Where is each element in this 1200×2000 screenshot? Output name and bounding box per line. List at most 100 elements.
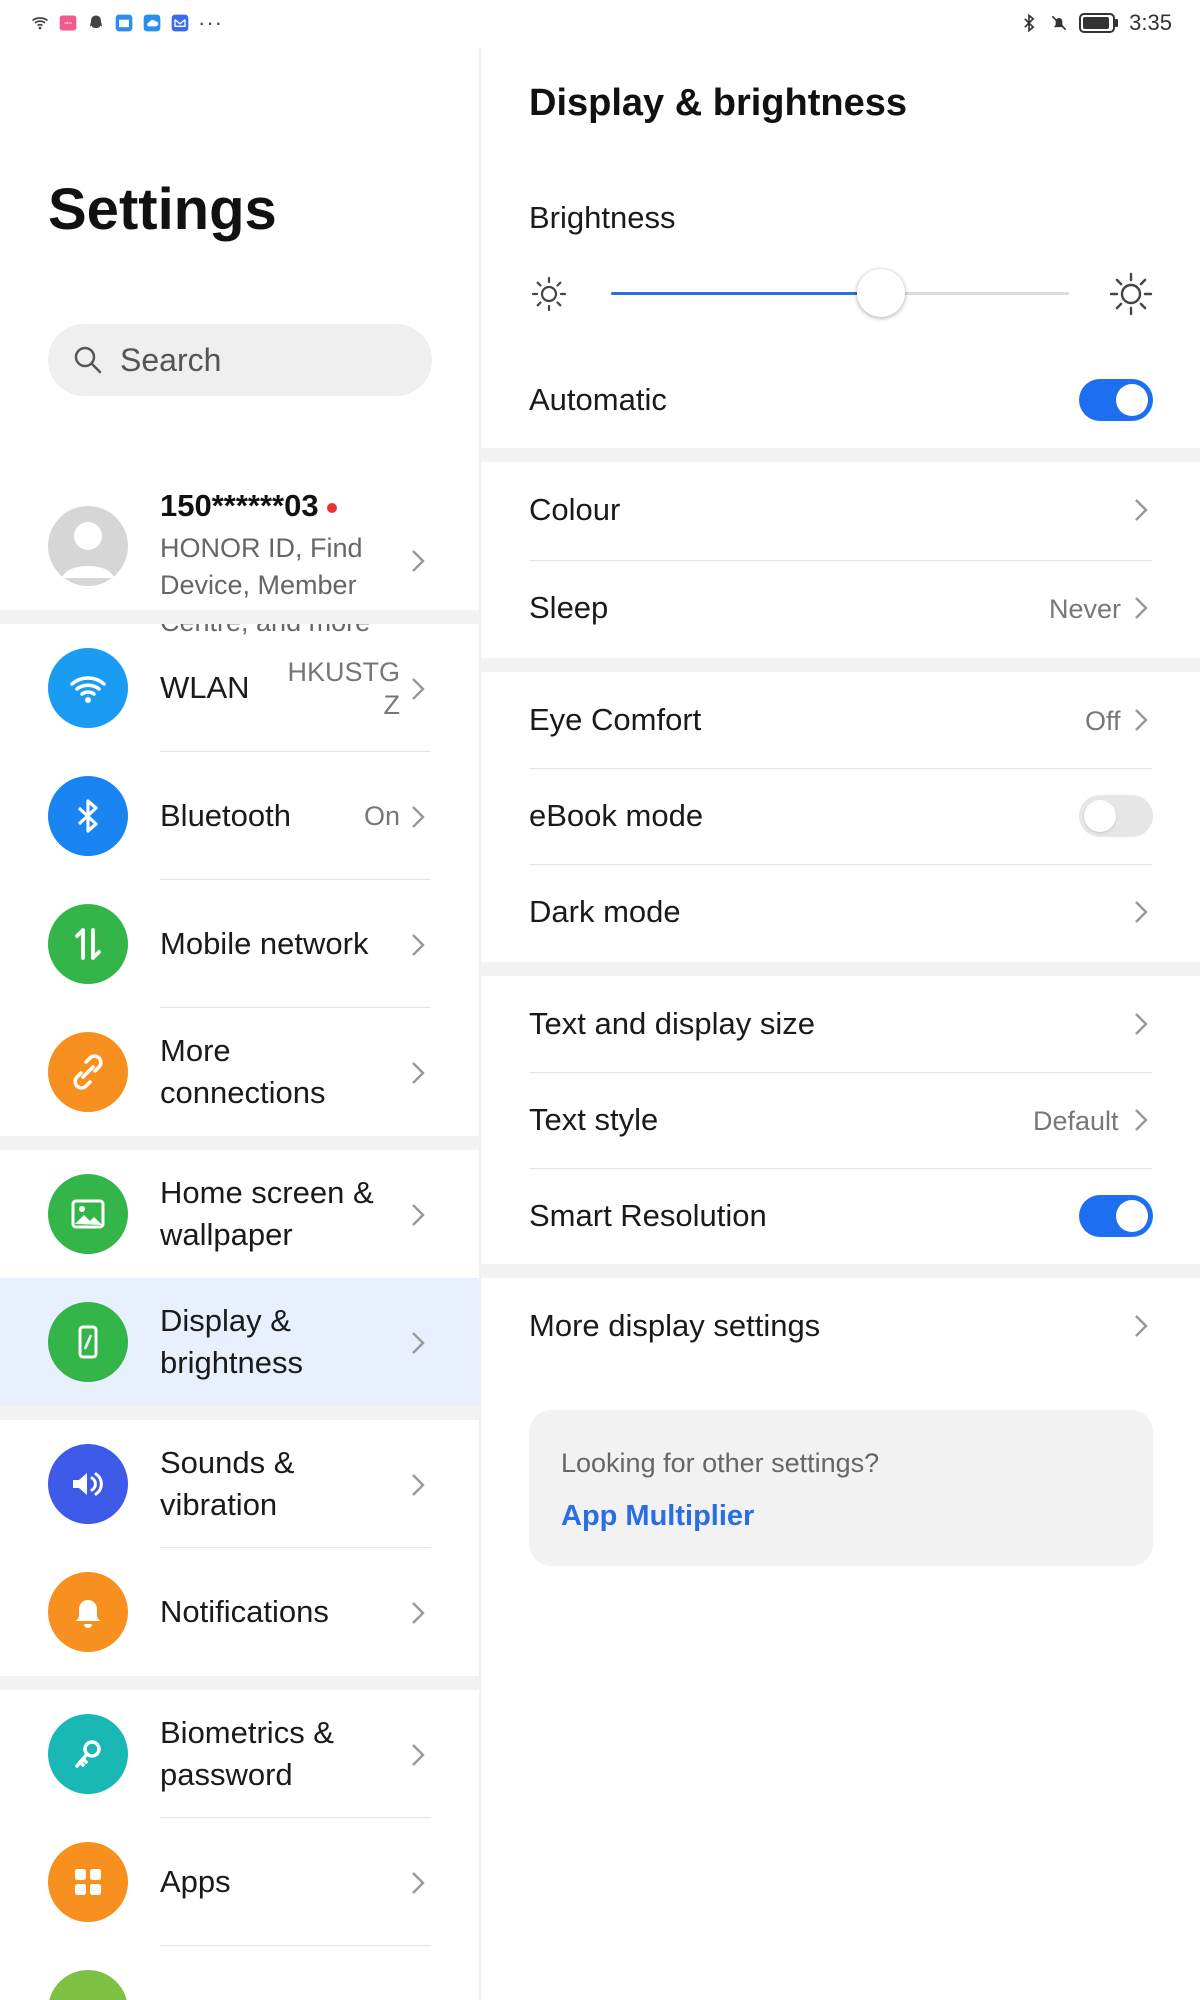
- status-bar-left: ᵘᵗᵘ ···: [30, 10, 223, 36]
- notification-dot: [326, 502, 337, 513]
- key-icon: [48, 1714, 128, 1794]
- chevron-right-icon: [1135, 1109, 1148, 1131]
- sidebar-item-label: Biometrics & password: [160, 1715, 334, 1792]
- app-notification-icon: ᵘᵗᵘ: [59, 15, 77, 31]
- bluetooth-icon: [48, 776, 128, 856]
- card-question: Looking for other settings?: [561, 1448, 880, 1478]
- brightness-thumb[interactable]: [857, 269, 906, 317]
- sidebar-item-label: WLAN: [160, 670, 250, 705]
- smart-resolution-toggle[interactable]: [1079, 1195, 1153, 1237]
- colour-row[interactable]: Colour: [481, 462, 1200, 558]
- dark-mode-row[interactable]: Dark mode: [481, 864, 1200, 960]
- sidebar-item-label: Sounds & vibration: [160, 1445, 295, 1522]
- phone-brightness-icon: [48, 1302, 128, 1382]
- text-style-label: Text style: [529, 1102, 659, 1137]
- sidebar-item-display-brightness[interactable]: Display & brightness: [0, 1278, 479, 1406]
- wlan-network-name: HKUSTG Z: [287, 657, 400, 720]
- status-bar: ᵘᵗᵘ ··· 3:35: [0, 0, 1200, 48]
- section-divider: [0, 1406, 479, 1420]
- ebook-toggle[interactable]: [1079, 795, 1153, 837]
- page-title: Settings: [48, 177, 277, 242]
- bluetooth-status: On: [363, 801, 400, 831]
- chevron-right-icon: [412, 1474, 425, 1496]
- battery-icon: [1079, 13, 1119, 33]
- sleep-row[interactable]: Sleep Never: [481, 560, 1200, 656]
- section-divider: [481, 448, 1200, 462]
- brightness-slider[interactable]: [529, 262, 1153, 324]
- toggle-knob: [1116, 384, 1148, 416]
- chevron-right-icon: [1135, 597, 1148, 619]
- sidebar-item-more-connections[interactable]: More connections: [0, 1008, 479, 1136]
- mobile-data-icon: [48, 904, 128, 984]
- sidebar-item-wlan[interactable]: WLAN HKUSTG Z: [0, 624, 479, 752]
- automatic-toggle[interactable]: [1079, 379, 1153, 421]
- sidebar-item-label: Bluetooth: [160, 798, 291, 833]
- search-icon: [74, 346, 102, 374]
- toggle-knob: [1084, 800, 1116, 832]
- app-multiplier-link[interactable]: App Multiplier: [561, 1500, 754, 1533]
- section-divider: [481, 1264, 1200, 1278]
- search-placeholder: Search: [120, 341, 222, 378]
- more-display-row[interactable]: More display settings: [481, 1278, 1200, 1378]
- wifi-6-icon: [31, 17, 49, 30]
- smart-resolution-label: Smart Resolution: [529, 1198, 767, 1233]
- chevron-right-icon: [1135, 709, 1148, 731]
- sidebar-item-apps[interactable]: Apps: [0, 1818, 479, 1946]
- smart-resolution-row[interactable]: Smart Resolution: [481, 1168, 1200, 1264]
- chevron-right-icon: [412, 1062, 425, 1084]
- other-settings-card: Looking for other settings? App Multipli…: [529, 1410, 1153, 1566]
- text-style-row[interactable]: Text style Default: [481, 1072, 1200, 1168]
- picture-icon: [48, 1174, 128, 1254]
- sidebar-item-label: More connections: [160, 1033, 326, 1110]
- chevron-right-icon: [412, 1204, 425, 1226]
- book-icon: [115, 14, 133, 32]
- sleep-value: Never: [1049, 594, 1122, 624]
- section-divider: [481, 962, 1200, 976]
- silent-icon: [1051, 15, 1067, 31]
- chevron-right-icon: [412, 934, 425, 956]
- text-style-value: Default: [1033, 1106, 1119, 1136]
- settings-list-pane: Settings Search 150******03 HONOR ID, Fi…: [0, 48, 479, 2000]
- brightness-track: [611, 269, 1069, 317]
- svg-text:ᵘᵗᵘ: ᵘᵗᵘ: [64, 20, 72, 28]
- mail-icon: [171, 14, 189, 32]
- avatar: [48, 506, 128, 586]
- sidebar-item-mobile-network[interactable]: Mobile network: [0, 880, 479, 1008]
- sleep-label: Sleep: [529, 590, 609, 625]
- chevron-right-icon: [412, 678, 425, 700]
- eye-comfort-row[interactable]: Eye Comfort Off: [481, 672, 1200, 768]
- chevron-right-icon: [1135, 1315, 1148, 1337]
- partial-app-icon: [48, 1970, 128, 2000]
- sidebar-item-label: Home screen & wallpaper: [160, 1175, 374, 1252]
- link-icon: [48, 1032, 128, 1112]
- bluetooth-icon: [1024, 13, 1035, 33]
- chevron-right-icon: [412, 1602, 425, 1624]
- sidebar-item-home-screen[interactable]: Home screen & wallpaper: [0, 1150, 479, 1278]
- chevron-right-icon: [412, 1744, 425, 1766]
- cloud-icon: [143, 14, 161, 32]
- sidebar-item-notifications[interactable]: Notifications: [0, 1548, 479, 1676]
- speaker-icon: [48, 1444, 128, 1524]
- ebook-row[interactable]: eBook mode: [481, 768, 1200, 864]
- chevron-right-icon: [412, 550, 425, 572]
- text-size-label: Text and display size: [529, 1006, 816, 1041]
- section-divider: [0, 1676, 479, 1690]
- eye-comfort-label: Eye Comfort: [529, 702, 702, 737]
- sidebar-item-label: Apps: [160, 1864, 231, 1899]
- sidebar-item-sounds[interactable]: Sounds & vibration: [0, 1420, 479, 1548]
- status-bar-right: 3:35: [1019, 10, 1172, 36]
- dark-mode-label: Dark mode: [529, 894, 681, 929]
- chevron-right-icon: [1135, 499, 1148, 521]
- search-input[interactable]: Search: [48, 324, 432, 396]
- section-divider: [0, 1136, 479, 1150]
- sidebar-item-partial[interactable]: [0, 1946, 479, 2000]
- qq-icon: [89, 15, 103, 28]
- section-divider: [481, 658, 1200, 672]
- sidebar-item-bluetooth[interactable]: Bluetooth On: [0, 752, 479, 880]
- chevron-right-icon: [412, 806, 425, 828]
- bell-icon: [48, 1572, 128, 1652]
- section-divider: [0, 610, 479, 624]
- sidebar-item-biometrics[interactable]: Biometrics & password: [0, 1690, 479, 1818]
- sidebar-item-label: Notifications: [160, 1594, 329, 1629]
- text-size-row[interactable]: Text and display size: [481, 976, 1200, 1072]
